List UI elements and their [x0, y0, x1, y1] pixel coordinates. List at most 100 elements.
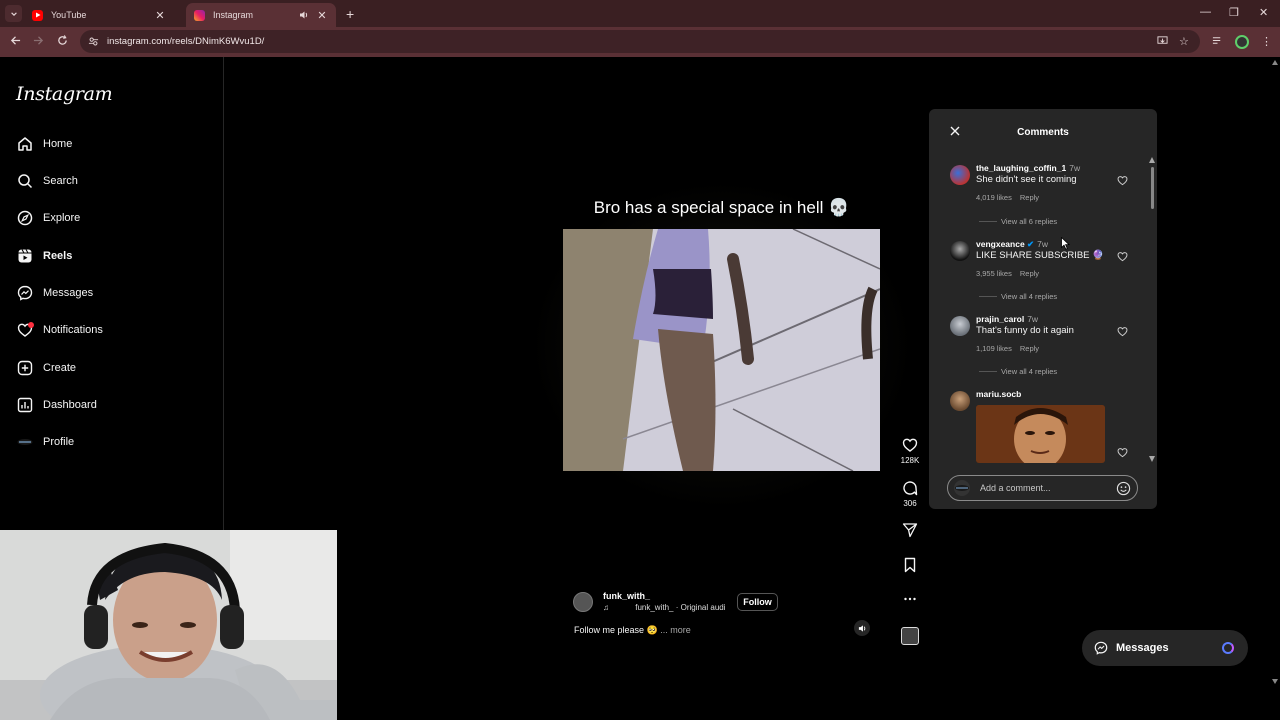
sidebar-item-reels[interactable]: Reels [16, 243, 72, 269]
avatar[interactable] [950, 391, 970, 411]
speaker-icon [858, 624, 865, 632]
page-scroll-arrows [1272, 60, 1278, 684]
author-username[interactable]: funk_with_ [603, 591, 650, 601]
messenger-icon [16, 284, 34, 302]
dashboard-icon [16, 396, 34, 414]
tab-search-button[interactable] [5, 5, 22, 22]
view-replies-button[interactable]: View all 6 replies [979, 217, 1057, 226]
comment-username[interactable]: prajin_carol 7w [976, 314, 1038, 324]
notification-badge [28, 322, 34, 328]
reel-video[interactable] [563, 229, 880, 471]
bookmark-star-icon[interactable]: ☆ [1179, 35, 1189, 48]
avatar[interactable] [573, 592, 593, 612]
avatar[interactable] [950, 241, 970, 261]
comment-gif-image[interactable] [976, 405, 1105, 463]
comment-time: 7w [1027, 314, 1039, 324]
comment-username[interactable]: the_laughing_coffin_1 7w [976, 163, 1080, 173]
reply-link[interactable]: Reply [1020, 269, 1039, 278]
browser-toolbar: instagram.com/reels/DNimK6Wvu1D/ ☆ ⋮ [0, 27, 1280, 57]
forward-icon[interactable] [33, 35, 44, 46]
avatar[interactable] [950, 316, 970, 336]
sidebar-item-create[interactable]: Create [16, 355, 76, 381]
username-text: the_laughing_coffin_1 [976, 163, 1067, 173]
comment-username[interactable]: mariu.socb [976, 389, 1021, 399]
chevron-down-icon [10, 11, 17, 16]
youtube-icon [32, 9, 43, 21]
heart-icon[interactable] [1117, 447, 1128, 458]
back-icon[interactable] [10, 35, 21, 46]
like-button[interactable]: 128K [898, 437, 922, 465]
verified-icon: ✔ [1027, 239, 1035, 249]
divider [979, 296, 997, 297]
more-link[interactable]: ... more [660, 625, 691, 635]
sidebar-item-profile[interactable]: Profile [16, 429, 74, 455]
tab-youtube[interactable]: YouTube ✕ [24, 3, 174, 27]
reel-caption-overlay: Bro has a special space in hell 💀 [593, 198, 850, 217]
minimize-icon[interactable]: — [1200, 6, 1211, 18]
menu-kebab-icon[interactable]: ⋮ [1261, 35, 1272, 48]
reels-icon [16, 247, 34, 265]
heart-icon[interactable] [1117, 175, 1128, 186]
follow-button[interactable]: Follow [737, 593, 778, 611]
reading-list-icon[interactable] [1212, 35, 1223, 46]
sidebar-item-search[interactable]: Search [16, 168, 78, 194]
comment-button[interactable]: 306 [898, 480, 922, 508]
emoji-icon[interactable] [1116, 481, 1131, 496]
comment-item: the_laughing_coffin_1 7w She didn't see i… [950, 163, 1130, 213]
comment-icon [903, 481, 918, 496]
close-tab-icon[interactable]: ✕ [154, 9, 166, 22]
page-scrollbar[interactable] [1270, 57, 1280, 720]
comment-likes: 1,109 likes [976, 344, 1012, 353]
address-bar[interactable]: instagram.com/reels/DNimK6Wvu1D/ [80, 30, 1200, 53]
messages-pill-button[interactable]: Messages [1082, 630, 1248, 666]
home-icon [16, 135, 34, 153]
view-replies-button[interactable]: View all 4 replies [979, 292, 1057, 301]
audio-label[interactable]: ♫ funk_with_ · Original audi [603, 603, 726, 612]
close-window-icon[interactable]: ✕ [1259, 6, 1268, 19]
mute-button[interactable] [854, 620, 870, 636]
restore-icon[interactable]: ❐ [1229, 6, 1239, 19]
comment-likes: 4,019 likes [976, 193, 1012, 202]
description-text: Follow me please 🥺 [574, 625, 658, 635]
browser-profile-avatar[interactable] [1235, 35, 1249, 49]
reply-link[interactable]: Reply [1020, 193, 1039, 202]
messages-pill-label: Messages [1116, 642, 1169, 654]
comment-time: 7w [1069, 163, 1081, 173]
comment-input[interactable] [980, 483, 1110, 493]
comment-text: She didn't see it coming [976, 174, 1077, 185]
scrollbar-thumb[interactable] [1151, 167, 1154, 209]
sidebar-item-home[interactable]: Home [16, 131, 72, 157]
site-info-icon[interactable] [88, 36, 99, 47]
browser-tab-bar: YouTube ✕ Instagram ✕ + — ❐ ✕ [0, 0, 1280, 27]
avatar [954, 480, 970, 496]
heart-icon[interactable] [1117, 251, 1128, 262]
avatar[interactable] [950, 165, 970, 185]
new-tab-button[interactable]: + [346, 6, 354, 22]
install-app-icon[interactable] [1157, 35, 1168, 46]
comment-time: 7w [1037, 239, 1049, 249]
close-tab-icon[interactable]: ✕ [316, 9, 328, 22]
sidebar-item-dashboard[interactable]: Dashboard [16, 392, 97, 418]
save-button[interactable] [898, 557, 922, 573]
share-button[interactable] [898, 522, 922, 538]
view-replies-button[interactable]: View all 4 replies [979, 367, 1057, 376]
comment-username[interactable]: vengxeance ✔ 7w [976, 239, 1048, 250]
instagram-icon [194, 9, 205, 21]
instagram-logo[interactable]: Instagram [16, 83, 113, 105]
tab-label: Instagram [213, 10, 254, 20]
sidebar-item-explore[interactable]: Explore [16, 205, 80, 231]
audio-thumbnail[interactable] [901, 627, 919, 645]
heart-icon[interactable] [1117, 326, 1128, 337]
sidebar-item-label: Reels [43, 250, 73, 262]
tab-instagram[interactable]: Instagram ✕ [186, 3, 336, 27]
comment-text: LIKE SHARE SUBSCRIBE 🔮 [976, 250, 1104, 261]
add-comment-field[interactable] [947, 475, 1138, 501]
reload-icon[interactable] [57, 35, 68, 46]
reply-link[interactable]: Reply [1020, 344, 1039, 353]
comment-likes: 3,955 likes [976, 269, 1012, 278]
speaker-icon[interactable] [298, 9, 310, 21]
more-options-button[interactable] [898, 591, 922, 607]
sidebar-item-notifications[interactable]: Notifications [16, 317, 103, 343]
sidebar-item-messages[interactable]: Messages [16, 280, 93, 306]
avatar [16, 433, 34, 451]
